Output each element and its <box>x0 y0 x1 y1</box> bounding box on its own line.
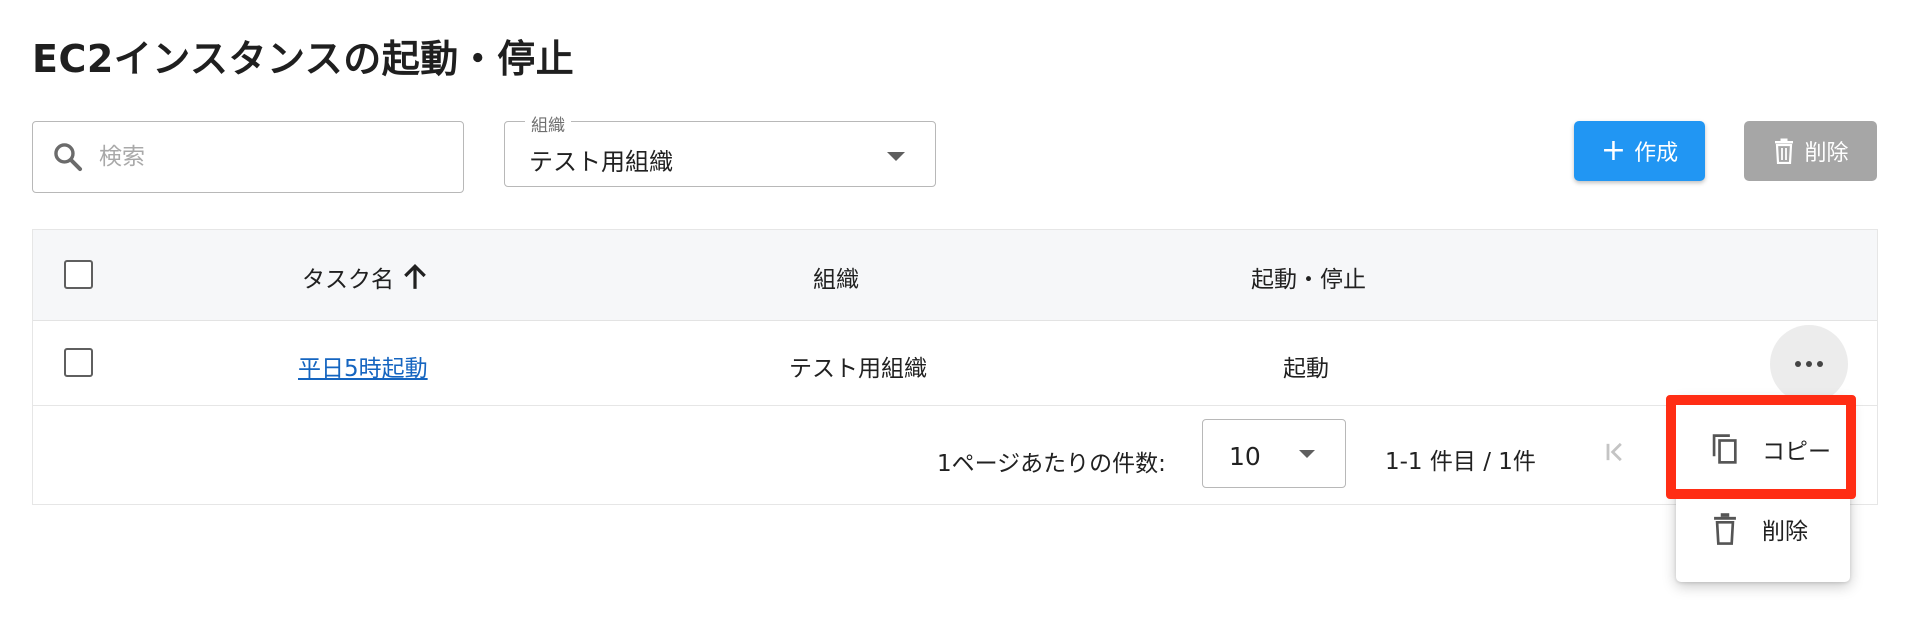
delete-button-label: 削除 <box>1804 141 1849 166</box>
more-actions-button[interactable] <box>1770 325 1848 403</box>
search-box[interactable] <box>32 121 464 193</box>
org-select-value: テスト用組織 <box>529 148 673 176</box>
arrow-up-icon <box>404 263 426 289</box>
pagination-range: 1-1 件目 / 1件 <box>1385 449 1536 475</box>
copy-icon <box>1712 434 1737 464</box>
trash-icon <box>1714 513 1736 545</box>
task-table: タスク名 組織 起動・停止 平日5時起動 テスト用組織 起動 1ページあたりの件… <box>32 229 1878 505</box>
menu-item-delete[interactable]: 削除 <box>1676 494 1850 564</box>
column-header-task-name[interactable]: タスク名 <box>302 260 428 294</box>
rows-per-page-value: 10 <box>1229 442 1261 471</box>
dot-icon <box>1806 361 1812 367</box>
search-icon <box>54 143 83 172</box>
create-button-label: 作成 <box>1634 141 1679 166</box>
select-all-checkbox[interactable] <box>64 260 93 289</box>
org-select[interactable]: 組織 テスト用組織 <box>504 111 936 187</box>
caret-down-icon <box>887 152 905 161</box>
plus-icon: + <box>1600 133 1627 168</box>
rows-per-page-label: 1ページあたりの件数: <box>937 451 1166 477</box>
task-name-link[interactable]: 平日5時起動 <box>298 349 428 383</box>
search-input[interactable] <box>97 143 437 171</box>
row-org: テスト用組織 <box>789 356 927 382</box>
row-context-menu: コピー 削除 <box>1676 398 1850 582</box>
menu-item-delete-label: 削除 <box>1762 519 1808 545</box>
trash-icon <box>1775 138 1794 164</box>
menu-item-copy[interactable]: コピー <box>1676 414 1850 484</box>
first-page-icon <box>1606 442 1622 462</box>
dot-icon <box>1817 361 1823 367</box>
caret-down-icon <box>1299 450 1315 458</box>
dot-icon <box>1795 361 1801 367</box>
row-start-stop: 起動 <box>1283 356 1329 382</box>
first-page-button[interactable] <box>1595 432 1635 472</box>
column-header-org: 組織 <box>813 267 859 293</box>
rows-per-page-select[interactable]: 10 <box>1202 419 1346 488</box>
table-row: 平日5時起動 テスト用組織 起動 <box>33 321 1877 406</box>
org-select-label: 組織 <box>525 111 571 136</box>
table-header: タスク名 組織 起動・停止 <box>33 230 1877 321</box>
column-header-start-stop: 起動・停止 <box>1251 267 1366 293</box>
row-checkbox[interactable] <box>64 348 93 377</box>
page-title: EC2インスタンスの起動・停止 <box>32 37 575 81</box>
create-button[interactable]: + 作成 <box>1574 121 1705 181</box>
column-header-task-name-label: タスク名 <box>302 267 394 293</box>
delete-button[interactable]: 削除 <box>1744 121 1877 181</box>
menu-item-copy-label: コピー <box>1762 439 1831 465</box>
